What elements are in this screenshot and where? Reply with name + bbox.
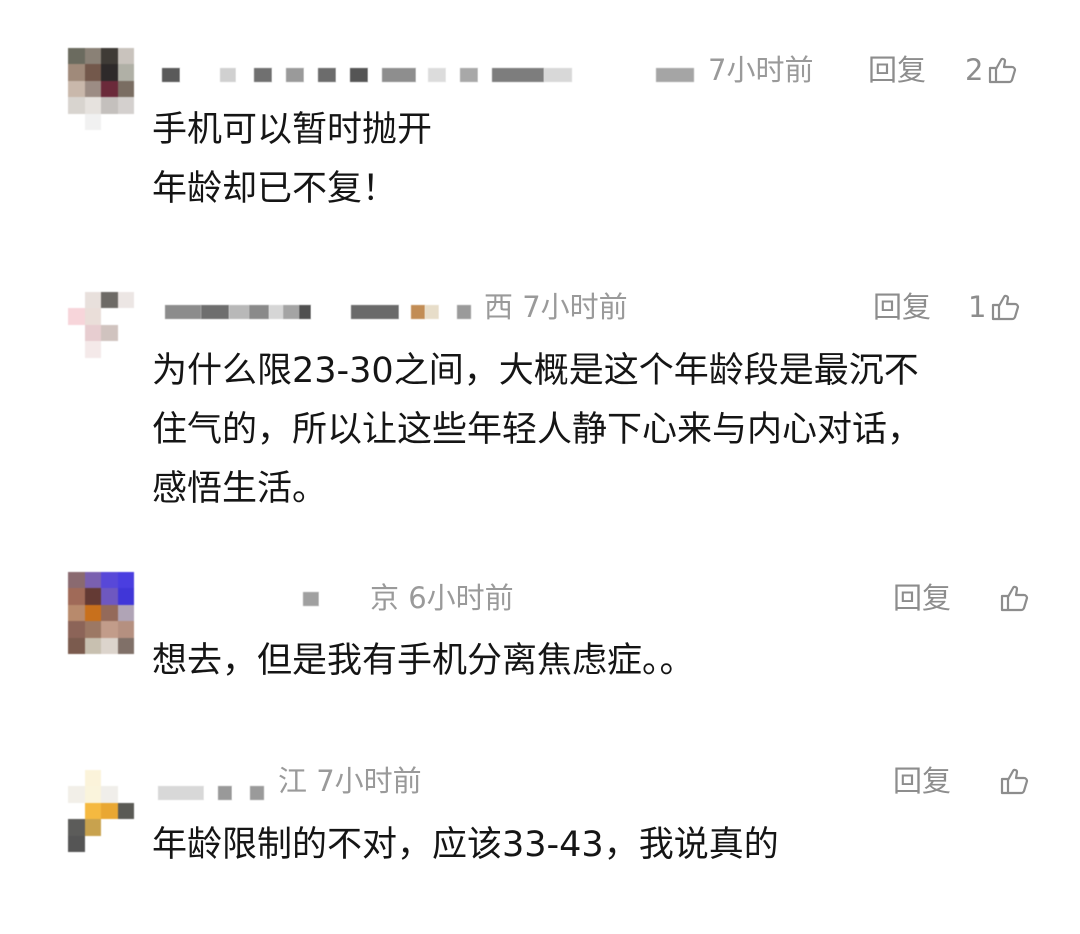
comment-item: 京 6小时前 回复 想去，但是我有手机分离焦虑症。。 [0, 530, 1080, 730]
comment-time: 7小时前 [708, 53, 814, 87]
comment-time: 西 7小时前 [484, 290, 628, 324]
like-button[interactable]: 1 [968, 289, 1020, 325]
avatar[interactable] [68, 292, 134, 374]
reply-button[interactable]: 回复 [873, 289, 931, 325]
like-count: 1 [968, 290, 987, 324]
username[interactable] [303, 590, 339, 608]
thumbs-up-icon [1000, 768, 1029, 795]
like-button[interactable] [995, 580, 1029, 616]
reply-button[interactable]: 回复 [893, 580, 951, 616]
comment-time: 江 7小时前 [278, 764, 422, 798]
thumbs-up-icon [1000, 585, 1029, 612]
avatar[interactable] [68, 572, 134, 654]
reply-button[interactable]: 回复 [893, 763, 951, 799]
username[interactable] [162, 66, 572, 84]
comment-text: 为什么限23-30之间，大概是这个年龄段是最沉不 住气的，所以让这些年轻人静下心… [152, 351, 923, 509]
reply-button[interactable]: 回复 [868, 52, 926, 88]
comment-time: 京 6小时前 [370, 581, 514, 615]
avatar[interactable] [68, 48, 134, 130]
like-button[interactable] [995, 763, 1029, 799]
comment-text: 年龄限制的不对，应该33-43，我说真的 [152, 825, 779, 865]
location-mosaic [656, 66, 694, 84]
username[interactable] [158, 784, 264, 802]
comment-item: 7小时前 回复 2 手机可以暂时抛开 年龄却已不复！ [0, 0, 1080, 230]
comment-item: 西 7小时前 回复 1 为什么限23-30之间，大概是这个年龄段是最沉不 住气的… [0, 230, 1080, 530]
comment-item: 江 7小时前 回复 年龄限制的不对，应该33-43，我说真的 [0, 730, 1080, 934]
comment-text: 想去，但是我有手机分离焦虑症。。 [152, 641, 695, 681]
thumbs-up-icon [989, 57, 1017, 84]
avatar[interactable] [68, 770, 134, 852]
thumbs-up-icon [992, 294, 1020, 321]
like-button[interactable]: 2 [965, 52, 1017, 88]
comment-text: 手机可以暂时抛开 年龄却已不复！ [152, 110, 433, 209]
username[interactable] [165, 303, 471, 321]
like-count: 2 [965, 53, 984, 87]
